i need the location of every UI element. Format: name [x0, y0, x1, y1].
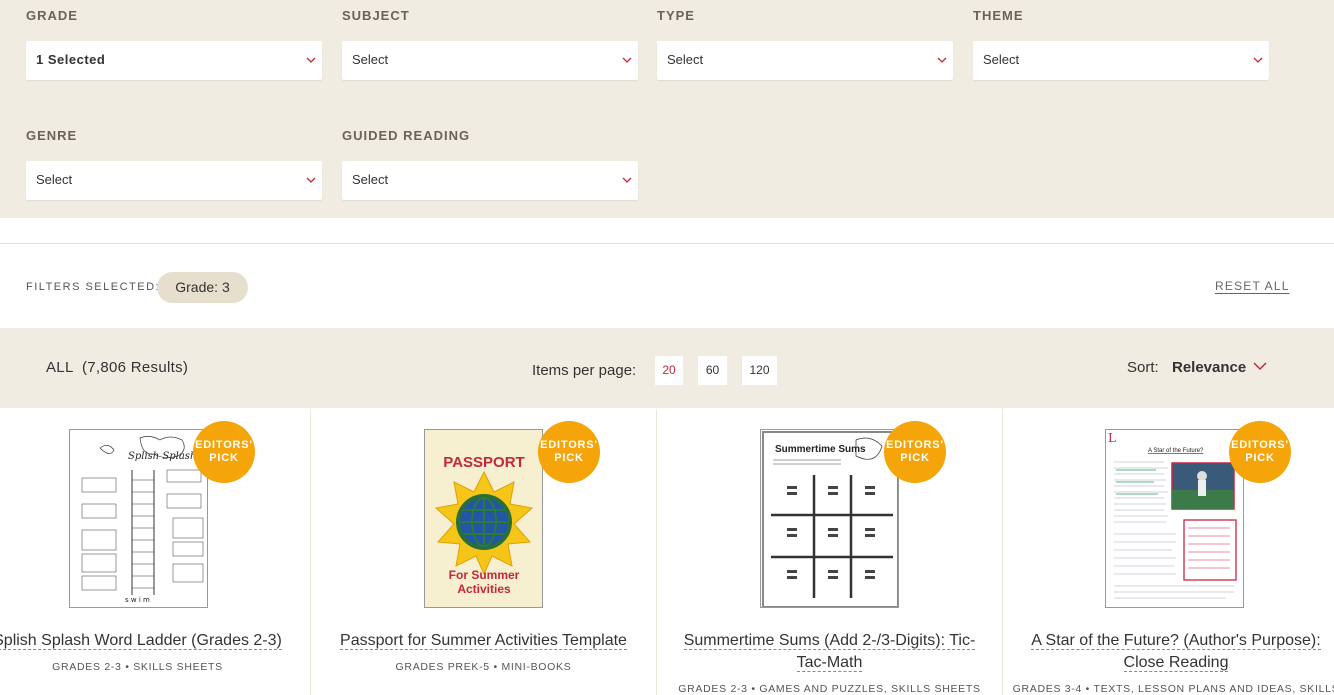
sort-label: Sort: [1127, 359, 1159, 376]
items-per-page-120[interactable]: 120 [742, 356, 777, 385]
worksheet-preview-image: Splish Splash s w i m [70, 430, 207, 607]
filter-genre-label: GENRE [26, 128, 78, 143]
results-count: ALL (7,806 Results) [46, 359, 189, 376]
editors-pick-badge: EDITORS' PICK [193, 421, 255, 483]
filter-subject: SUBJECT Select [342, 8, 638, 80]
chevron-down-icon [1253, 57, 1263, 63]
filter-theme-label: THEME [973, 8, 1024, 23]
resource-card: Splish Splash s w i m EDITORS' PICK Spli… [0, 409, 311, 695]
guided-reading-select-value: Select [352, 172, 389, 187]
resource-meta: GRADES PREK-5 • MINI-BOOKS [395, 661, 572, 673]
resource-thumbnail[interactable]: PASSPORT For Summer Activities [424, 429, 543, 608]
chevron-down-icon [306, 57, 316, 63]
subject-select[interactable]: Select [342, 41, 638, 80]
filter-type-label: TYPE [657, 8, 695, 23]
badge-line2: PICK [1245, 452, 1275, 464]
badge-line2: PICK [900, 452, 930, 464]
badge-line1: EDITORS' [1231, 439, 1289, 451]
chevron-down-icon [1253, 362, 1267, 371]
items-per-page-label: Items per page: [532, 362, 637, 379]
thumb-line2: Activities [457, 582, 511, 596]
thumb-heading: PASSPORT [443, 454, 524, 471]
thumb-heading: Summertime Sums [775, 444, 866, 455]
badge-line1: EDITORS' [195, 439, 253, 451]
filter-genre: GENRE Select [26, 128, 322, 200]
resource-title-link-line2[interactable]: Tac-Math [796, 654, 863, 672]
guided-reading-select[interactable]: Select [342, 161, 638, 200]
editors-pick-badge: EDITORS' PICK [884, 421, 946, 483]
passport-cover-image: PASSPORT For Summer Activities [425, 430, 542, 607]
subject-select-value: Select [352, 52, 389, 67]
badge-line2: PICK [209, 452, 239, 464]
grade-select-value: 1 Selected [36, 52, 106, 67]
filter-panel: GRADE 1 Selected SUBJECT Select TYPE Sel… [0, 0, 1334, 218]
resource-card: Summertime Sums EDITORS' PICK Summertime… [657, 409, 1003, 695]
resource-thumbnail[interactable]: Summertime Sums [760, 429, 899, 608]
items-per-page-60[interactable]: 60 [698, 356, 727, 385]
filter-theme: THEME Select [973, 8, 1269, 80]
resource-meta: GRADES 2-3 • SKILLS SHEETS [52, 661, 223, 673]
tic-tac-math-preview-image: Summertime Sums [761, 430, 898, 607]
grade-filter-chip[interactable]: Grade: 3 [157, 272, 248, 303]
resource-title: Summertime Sums (Add 2-/3-Digits): Tic- … [657, 630, 1002, 674]
resource-title: Splish Splash Word Ladder (Grades 2-3) [0, 630, 310, 652]
resource-title-link[interactable]: Splish Splash Word Ladder (Grades 2-3) [0, 632, 282, 650]
resource-title-link-line2[interactable]: Close Reading [1123, 654, 1229, 672]
filter-type: TYPE Select [657, 8, 953, 80]
chevron-down-icon [306, 177, 316, 183]
filter-guided-reading: GUIDED READING Select [342, 128, 638, 200]
items-per-page-20[interactable]: 20 [655, 356, 683, 385]
close-reading-preview-image: L A Star of the Future? [1106, 430, 1243, 607]
filters-selected-label: FILTERS SELECTED: [26, 281, 161, 293]
reset-all-link[interactable]: RESET ALL [1215, 279, 1290, 293]
chevron-down-icon [622, 177, 632, 183]
section-divider [0, 243, 1334, 244]
filter-grade-label: GRADE [26, 8, 78, 23]
type-select[interactable]: Select [657, 41, 953, 80]
resource-title: Passport for Summer Activities Template [311, 630, 656, 652]
resource-thumbnail[interactable]: L A Star of the Future? [1105, 429, 1244, 608]
results-bar: ALL (7,806 Results) Items per page: 20 6… [0, 328, 1334, 408]
badge-line1: EDITORS' [886, 439, 944, 451]
badge-line1: EDITORS' [540, 439, 598, 451]
thumb-heading: Splish Splash [128, 451, 196, 462]
thumb-heading: A Star of the Future? [1148, 448, 1204, 454]
svg-text:L: L [1108, 431, 1116, 445]
genre-select-value: Select [36, 172, 73, 187]
resource-title-link[interactable]: Passport for Summer Activities Template [340, 632, 627, 650]
thumb-line1: For Summer [449, 568, 520, 582]
chevron-down-icon [622, 57, 632, 63]
editors-pick-badge: EDITORS' PICK [1229, 421, 1291, 483]
filter-guided-reading-label: GUIDED READING [342, 128, 471, 143]
resource-title-link[interactable]: A Star of the Future? (Author's Purpose)… [1031, 632, 1321, 650]
badge-line2: PICK [554, 452, 584, 464]
resource-title-link[interactable]: Summertime Sums (Add 2-/3-Digits): Tic- [683, 632, 976, 650]
resource-card: L A Star of the Future? EDITORS' PICK A … [1003, 409, 1334, 695]
thumb-footer: s w i m [125, 596, 150, 604]
theme-select-value: Select [983, 52, 1020, 67]
resource-thumbnail[interactable]: Splish Splash s w i m [69, 429, 208, 608]
chevron-down-icon [937, 57, 947, 63]
filter-grade: GRADE 1 Selected [26, 8, 322, 80]
editors-pick-badge: EDITORS' PICK [538, 421, 600, 483]
resource-meta: GRADES 2-3 • GAMES AND PUZZLES, SKILLS S… [678, 683, 981, 695]
sort-select[interactable]: Relevance [1172, 359, 1246, 376]
resource-card: PASSPORT For Summer Activities EDITORS' … [311, 409, 657, 695]
grade-select[interactable]: 1 Selected [26, 41, 322, 80]
resource-title: A Star of the Future? (Author's Purpose)… [1003, 630, 1334, 674]
filter-subject-label: SUBJECT [342, 8, 410, 23]
genre-select[interactable]: Select [26, 161, 322, 200]
theme-select[interactable]: Select [973, 41, 1269, 80]
type-select-value: Select [667, 52, 704, 67]
resource-meta: GRADES 3-4 • TEXTS, LESSON PLANS AND IDE… [1012, 683, 1334, 695]
